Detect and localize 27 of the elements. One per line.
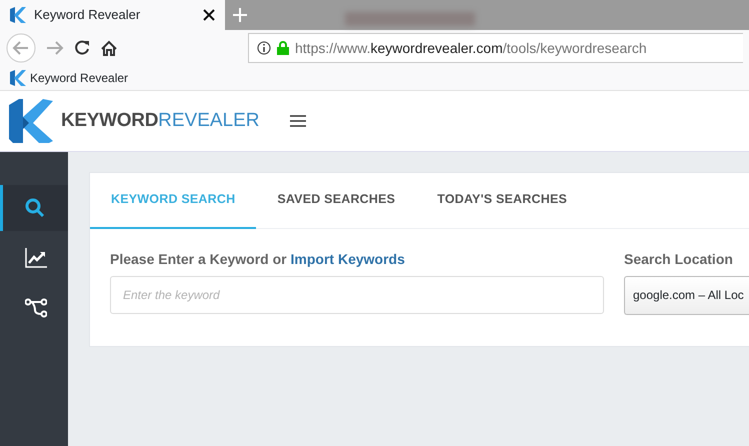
chart-icon xyxy=(24,248,46,268)
address-bar[interactable]: https://www.keywordrevealer.com/tools/keywordresearch xyxy=(248,33,743,63)
close-icon[interactable] xyxy=(203,9,215,21)
home-icon[interactable] xyxy=(100,40,118,56)
import-link[interactable]: Import Keywords xyxy=(290,250,405,267)
sidebar-item[interactable] xyxy=(0,185,68,231)
url-text: https://www.keywordrevealer.com/tools/keywordresearch xyxy=(295,38,647,58)
logo-text: REVEALER xyxy=(158,108,260,133)
bookmark-item[interactable]: Keyword Revealer xyxy=(10,69,128,87)
tab[interactable]: SAVED SEARCHES xyxy=(256,173,416,229)
menu-icon[interactable] xyxy=(290,115,306,127)
site-logo-icon xyxy=(10,7,26,23)
search-icon xyxy=(24,198,46,218)
site-logo-icon xyxy=(10,70,26,86)
logo-icon xyxy=(9,99,53,143)
logo-text: KEYWORD xyxy=(61,108,158,133)
keyword-input[interactable]: Enter the keyword xyxy=(110,276,604,314)
padlock-icon xyxy=(277,41,289,55)
tab[interactable]: TODAY'S SEARCHES xyxy=(416,173,588,229)
tab-title: Keyword Revealer xyxy=(34,6,142,24)
branch-icon xyxy=(24,298,46,318)
browser-tab[interactable]: Keyword Revealer xyxy=(0,0,225,30)
field-label: Search Location xyxy=(624,250,734,269)
info-icon xyxy=(257,41,271,55)
location-select[interactable]: google.com – All Loc xyxy=(624,276,749,315)
field-label: Please Enter a Keyword or Import Keywords xyxy=(110,250,406,269)
reload-icon[interactable] xyxy=(74,40,90,56)
